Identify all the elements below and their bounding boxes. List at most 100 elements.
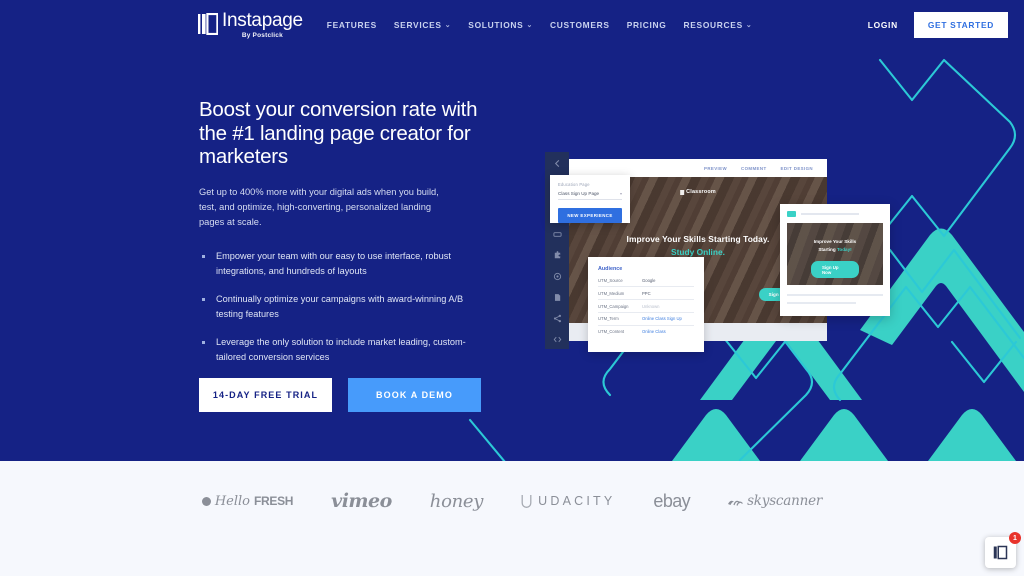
back-arrow-icon [553,159,562,168]
nav-item-label: PRICING [626,20,667,30]
brand-logo[interactable]: Instapage By Postclick [198,11,303,39]
placeholder-bar [787,302,857,304]
layers-icon [552,230,562,239]
logo-honey: honey [429,490,484,512]
floating-widget-button[interactable]: 1 [985,532,1021,568]
notification-badge: 1 [1009,532,1021,544]
classroom-logo-icon [680,189,685,195]
mobile-logo-icon [787,211,796,217]
logo-vimeo: vimeo [331,490,392,512]
social-proof-section: Hello FRESH vimeo honey UDACITY ebay skys… [0,461,1024,576]
logo-ebay: ebay [653,490,691,511]
nav-item-label: FEATURES [326,20,377,30]
audience-value: Online Class Sign Up [642,316,682,322]
nav-item-solutions[interactable]: SOLUTIONS ⌄ [468,20,533,30]
instapage-widget-icon [993,545,1008,560]
hero-copy: Boost your conversion rate with the #1 l… [199,98,499,413]
audience-key: UTM_Term [598,316,619,322]
table-row: UTM_Campaign Unknown [598,304,694,313]
code-icon [553,335,562,344]
share-icon [553,314,562,323]
target-icon [553,272,562,281]
logo-hellofresh: Hello FRESH [201,493,294,509]
instapage-logo-icon [198,13,218,35]
page-title: Boost your conversion rate with the #1 l… [199,98,478,168]
hero-subcopy: Get up to 400% more with your digital ad… [199,186,439,227]
skyscanner-mark-icon [728,500,743,506]
audience-key: UTM_Content [598,329,625,335]
brand-tagline: By Postclick [241,32,283,39]
audience-value: Online Class [642,329,666,335]
app-mockup: PREVIEW COMMENT EDIT DESIGN Classroom Im… [545,152,905,352]
hero-benefit-list: Empower your team with our easy to use i… [199,249,499,364]
nav-item-features[interactable]: FEATURES [327,20,377,30]
mobile-heading-accent: Today! [836,247,852,252]
education-page-panel: Education Page Class Sign Up Page ▾ NEW … [550,175,630,223]
free-trial-button[interactable]: 14-DAY FREE TRIAL [199,378,332,413]
placeholder-bar [787,294,883,296]
audience-value: PPC [642,290,651,296]
audience-key: UTM_Medium [598,290,625,296]
nav-item-label: CUSTOMERS [550,20,610,30]
nav-item-label: SOLUTIONS [468,20,524,30]
table-row: UTM_Content Online Class [598,329,694,337]
table-row: UTM_Term Online Class Sign Up [598,316,694,326]
page-icon [553,293,562,302]
udacity-mark-icon [521,494,532,508]
mockup-page-brand: Classroom [680,189,716,195]
mobile-placeholder-lines [787,294,883,304]
mobile-preview-header [787,211,883,217]
logo-udacity: UDACITY [521,494,615,509]
table-row: UTM_Medium PPC [598,291,694,300]
mockup-brand-label: Classroom [686,189,716,195]
list-item: Empower your team with our easy to use i… [199,249,471,278]
customer-logos: Hello FRESH vimeo honey UDACITY ebay skys… [0,490,1024,512]
mobile-signup-button[interactable]: Sign Up Now [811,261,859,278]
table-row: UTM_Source Google [598,278,694,288]
nav-item-customers[interactable]: CUSTOMERS [550,20,610,30]
education-page-label: Education Page [558,182,590,187]
logo-text: UDACITY [538,494,616,508]
puzzle-icon [553,251,562,260]
toolbar-edit-design[interactable]: EDIT DESIGN [781,166,813,171]
chevron-down-icon: ▾ [619,191,622,196]
chevron-down-icon: ⌄ [526,22,534,29]
login-link[interactable]: LOGIN [868,20,898,30]
chevron-down-icon: ⌄ [745,22,753,29]
mobile-heading-2: Starting Today! [787,247,883,252]
brand-name: Instapage [222,10,303,31]
hero-cta-row: 14-DAY FREE TRIAL BOOK A DEMO [199,378,499,413]
mobile-preview-panel: Improve Your Skills Starting Today! Sign… [780,204,890,316]
placeholder-bar [801,213,859,215]
chevron-down-icon: ⌄ [444,22,452,29]
logo-text: skyscanner [747,493,823,509]
audience-value: Google [642,278,656,283]
new-experience-button[interactable]: NEW EXPERIENCE [558,208,622,223]
education-page-select[interactable]: Class Sign Up Page ▾ [558,191,622,200]
audience-key: UTM_Source [598,278,623,283]
hero-section: Instapage By Postclick FEATURES SERVICES… [0,0,1024,461]
logo-text: Hello [214,493,250,509]
toolbar-preview[interactable]: PREVIEW [704,166,727,171]
get-started-button[interactable]: GET STARTED [913,12,1008,38]
mobile-heading-prefix: Starting [818,247,837,252]
audience-panel: Audience UTM_Source Google UTM_Medium PP… [588,257,704,352]
list-item: Leverage the only solution to include ma… [199,335,471,364]
nav-item-services[interactable]: SERVICES ⌄ [394,20,451,30]
nav-item-pricing[interactable]: PRICING [627,20,667,30]
logo-skyscanner: skyscanner [728,493,822,509]
logo-text-2: FRESH [254,494,294,508]
audience-key: UTM_Campaign [598,303,629,309]
nav-links: FEATURES SERVICES ⌄ SOLUTIONS ⌄ CUSTOMER… [327,20,753,30]
audience-panel-title: Audience [598,266,623,272]
nav-item-resources[interactable]: RESOURCES ⌄ [684,20,753,30]
mobile-preview-image: Improve Your Skills Starting Today! Sign… [787,223,883,285]
mobile-heading: Improve Your Skills [813,239,857,244]
nav-item-label: SERVICES [393,20,442,30]
main-navigation: Instapage By Postclick FEATURES SERVICES… [0,0,1024,50]
toolbar-comment[interactable]: COMMENT [741,166,766,171]
list-item: Continually optimize your campaigns with… [199,292,471,321]
book-demo-button[interactable]: BOOK A DEMO [348,378,481,413]
audience-value: Unknown [642,303,660,309]
hellofresh-mark-icon [201,496,211,506]
